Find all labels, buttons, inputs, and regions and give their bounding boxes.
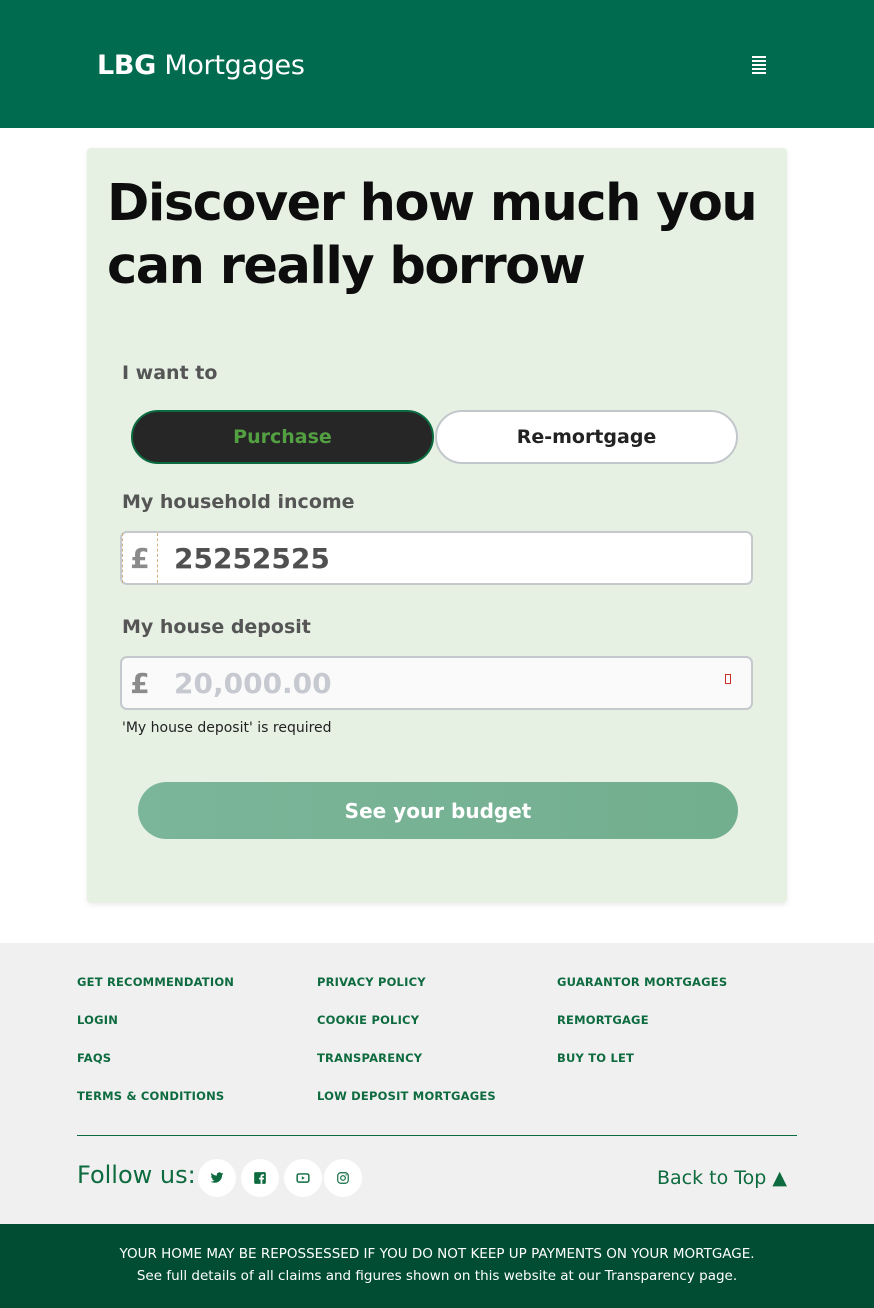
deposit-label: My house deposit xyxy=(122,616,311,638)
footer-link-cookie-policy[interactable]: COOKIE POLICY xyxy=(317,1013,419,1027)
facebook-icon[interactable] xyxy=(241,1159,279,1197)
income-label: My household income xyxy=(122,491,355,513)
brand-rest: Mortgages xyxy=(156,50,305,81)
footer-divider xyxy=(77,1135,797,1136)
page-title: Discover how much you can really borrow xyxy=(107,174,758,296)
footer-link-guarantor[interactable]: GUARANTOR MORTGAGES xyxy=(557,975,727,989)
menu-line xyxy=(752,56,766,58)
footer-link-low-deposit[interactable]: LOW DEPOSIT MORTGAGES xyxy=(317,1089,496,1103)
menu-line xyxy=(752,64,766,66)
pound-sign-icon: £ xyxy=(122,533,158,583)
deposit-error-message: 'My house deposit' is required xyxy=(122,720,332,736)
remortgage-button[interactable]: Re-mortgage xyxy=(435,410,738,464)
footer-link-buy-to-let[interactable]: BUY TO LET xyxy=(557,1051,634,1065)
footer-link-faqs[interactable]: FAQS xyxy=(77,1051,111,1065)
twitter-icon[interactable] xyxy=(198,1159,236,1197)
footer-link-login[interactable]: LOGIN xyxy=(77,1013,118,1027)
brand-bold: LBG xyxy=(97,50,157,81)
instagram-icon[interactable] xyxy=(324,1159,362,1197)
footer-link-transparency[interactable]: TRANSPARENCY xyxy=(317,1051,422,1065)
disclaimer-line-1: YOUR HOME MAY BE REPOSSESSED IF YOU DO N… xyxy=(119,1246,755,1262)
hamburger-icon[interactable] xyxy=(752,56,772,74)
menu-line xyxy=(752,72,766,74)
income-field: £ xyxy=(120,531,753,585)
error-icon xyxy=(725,674,731,684)
site-footer: GET RECOMMENDATION LOGIN FAQS TERMS & CO… xyxy=(0,943,874,1224)
menu-line xyxy=(752,60,766,62)
footer-link-privacy-policy[interactable]: PRIVACY POLICY xyxy=(317,975,426,989)
calculator-card: Discover how much you can really borrow … xyxy=(87,148,787,903)
youtube-icon[interactable] xyxy=(284,1159,322,1197)
follow-us-label: Follow us: xyxy=(77,1161,196,1189)
footer-link-remortgage[interactable]: REMORTGAGE xyxy=(557,1013,649,1027)
deposit-field: £ xyxy=(120,656,753,710)
back-to-top-link[interactable]: Back to Top ▲ xyxy=(657,1167,787,1189)
see-budget-button[interactable]: See your budget xyxy=(138,782,738,839)
income-input[interactable] xyxy=(174,533,734,583)
site-header: LBG Mortgages xyxy=(0,0,874,128)
purchase-button[interactable]: Purchase xyxy=(131,410,434,464)
i-want-to-label: I want to xyxy=(122,362,218,384)
menu-line xyxy=(752,68,766,70)
deposit-input[interactable] xyxy=(174,658,734,708)
site-logo[interactable]: LBG Mortgages xyxy=(97,50,305,81)
footer-link-get-recommendation[interactable]: GET RECOMMENDATION xyxy=(77,975,234,989)
disclaimer-line-2: See full details of all claims and figur… xyxy=(136,1268,738,1284)
footer-link-terms[interactable]: TERMS & CONDITIONS xyxy=(77,1089,224,1103)
repossession-disclaimer: YOUR HOME MAY BE REPOSSESSED IF YOU DO N… xyxy=(0,1224,874,1308)
pound-sign-icon: £ xyxy=(130,666,150,700)
